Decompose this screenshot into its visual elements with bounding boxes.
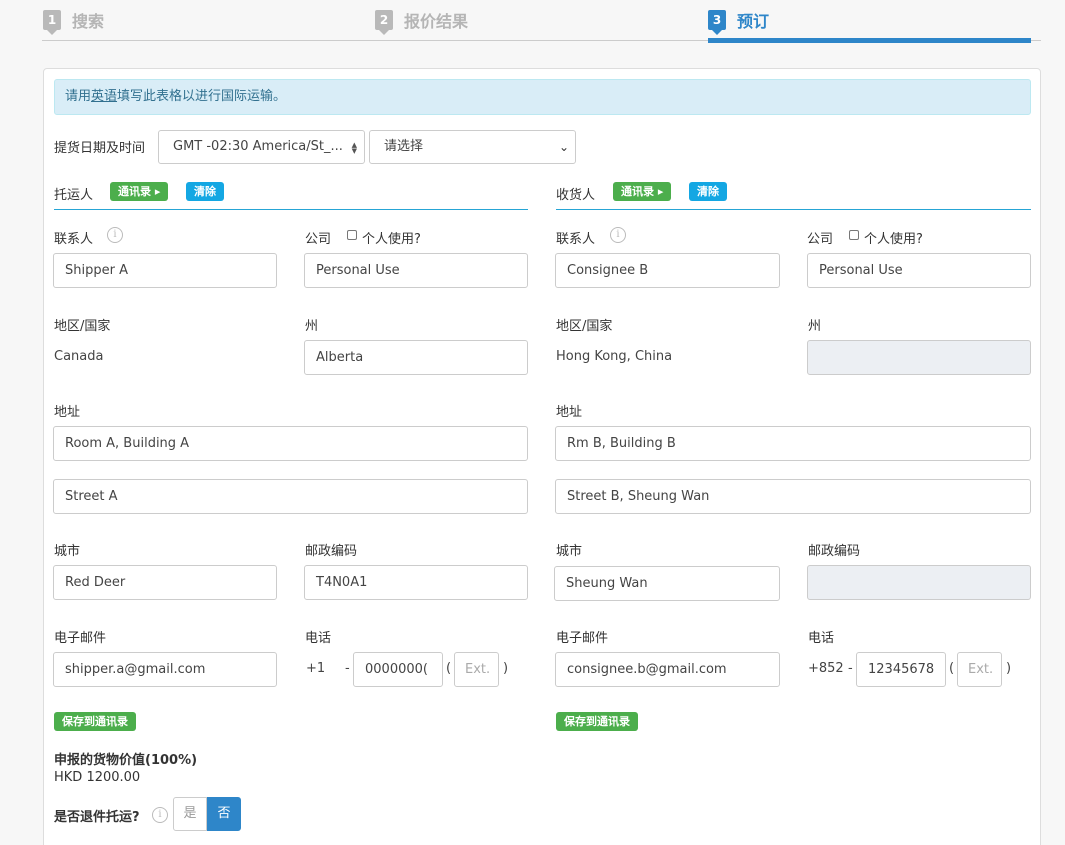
shipper-phone-code: +1: [306, 661, 326, 676]
consignee-contact-input[interactable]: Consignee B: [555, 253, 780, 288]
consignee-country-label: 地区/国家: [556, 319, 613, 334]
step-booking[interactable]: 3 预订: [708, 8, 770, 35]
progress-steps: 1 搜索 2 报价结果 3 预订: [42, 0, 1041, 44]
shipper-company-input[interactable]: Personal Use: [304, 253, 528, 288]
consignee-company-input[interactable]: Personal Use: [807, 253, 1031, 288]
consignee-postal-input: [807, 565, 1031, 600]
consignee-personal-label: 个人使用?: [864, 232, 923, 247]
consignee-contact-label: 联系人: [556, 232, 596, 247]
consignee-address-label: 地址: [556, 405, 583, 420]
shipper-clear-button[interactable]: 清除: [186, 182, 224, 201]
shipper-ext-input[interactable]: Ext.: [454, 652, 499, 687]
timezone-select[interactable]: GMT -02:30 America/St_... ▲ ▼: [158, 130, 365, 164]
shipper-email-label: 电子邮件: [54, 631, 107, 646]
shipper-company-label: 公司: [305, 232, 332, 247]
consignee-state-input: [807, 340, 1031, 375]
consignee-clear-button[interactable]: 清除: [689, 182, 727, 201]
shipper-address2-input[interactable]: Street A: [53, 479, 528, 514]
notice-prefix: 请用: [65, 89, 92, 104]
shipper-country-value: Canada: [54, 349, 104, 364]
step-number: 2: [375, 10, 393, 35]
active-step-bar: [708, 38, 1031, 43]
step-label: 搜索: [72, 12, 105, 31]
shipper-postal-input[interactable]: T4N0A1: [304, 565, 528, 600]
caret-right-icon: ▸: [657, 185, 664, 198]
shipper-address1-input[interactable]: Room A, Building A: [53, 426, 528, 461]
consignee-ext-input[interactable]: Ext.: [957, 652, 1002, 687]
paren-close: ): [1006, 661, 1012, 676]
declared-value: HKD 1200.00: [54, 770, 141, 785]
step-number: 3: [708, 10, 726, 35]
declared-value-label: 申报的货物价值(100%): [54, 753, 198, 768]
shipper-address-book-button[interactable]: 通讯录 ▸: [110, 182, 169, 201]
shipper-save-address-book-button[interactable]: 保存到通讯录: [54, 712, 136, 731]
pickup-time-placeholder: 请选择: [384, 139, 424, 154]
consignee-address2-input[interactable]: Street B, Sheung Wan: [555, 479, 1031, 514]
consignee-country-value: Hong Kong, China: [556, 349, 673, 364]
paren-open: (: [446, 661, 452, 676]
consignee-email-label: 电子邮件: [556, 631, 609, 646]
english-notice: 请用英语填写此表格以进行国际运输。: [54, 79, 1031, 115]
consignee-email-input[interactable]: consignee.b@gmail.com: [555, 652, 780, 687]
spinner-arrows-icon: ▲ ▼: [351, 141, 357, 155]
address-book-label: 通讯录: [621, 185, 654, 198]
booking-form-panel: 请用英语填写此表格以进行国际运输。 提货日期及时间 GMT -02:30 Ame…: [43, 68, 1041, 845]
shipper-personal-checkbox[interactable]: [347, 230, 357, 240]
shipper-phone-input[interactable]: 0000000(: [353, 652, 443, 687]
consignee-postal-label: 邮政编码: [808, 544, 861, 559]
pickup-label: 提货日期及时间: [54, 141, 146, 156]
consignee-phone-code: +852: [808, 661, 844, 676]
shipper-city-input[interactable]: Red Deer: [53, 565, 277, 600]
shipper-postal-label: 邮政编码: [305, 544, 358, 559]
return-yes-button[interactable]: 是: [173, 797, 207, 831]
notice-english-link[interactable]: 英语: [91, 89, 117, 104]
pickup-time-select[interactable]: 请选择 ⌄: [369, 130, 576, 164]
shipper-title: 托运人: [54, 188, 94, 203]
shipper-contact-label: 联系人: [54, 232, 94, 247]
return-shipment-label: 是否退件托运?: [54, 810, 140, 825]
consignee-save-address-book-button[interactable]: 保存到通讯录: [556, 712, 638, 731]
paren-open: (: [949, 661, 955, 676]
consignee-phone-input[interactable]: 12345678: [856, 652, 946, 687]
consignee-company-label: 公司: [807, 232, 834, 247]
consignee-divider: [556, 209, 1031, 210]
consignee-phone-label: 电话: [808, 631, 835, 646]
step-search[interactable]: 1 搜索: [43, 8, 105, 35]
shipper-city-label: 城市: [54, 544, 81, 559]
step-label: 报价结果: [404, 12, 469, 31]
timezone-value: GMT -02:30 America/St_...: [173, 139, 343, 154]
phone-dash: -: [345, 661, 350, 676]
address-book-label: 通讯录: [118, 185, 151, 198]
shipper-state-input[interactable]: Alberta: [304, 340, 528, 375]
consignee-address-book-button[interactable]: 通讯录 ▸: [613, 182, 672, 201]
shipper-state-label: 州: [305, 319, 319, 334]
notice-suffix: 填写此表格以进行国际运输。: [117, 89, 287, 104]
step-label: 预订: [737, 12, 770, 31]
chevron-down-icon: ⌄: [558, 140, 569, 154]
paren-close: ): [503, 661, 509, 676]
info-icon[interactable]: i: [152, 807, 168, 823]
shipper-contact-input[interactable]: Shipper A: [53, 253, 277, 288]
caret-right-icon: ▸: [154, 185, 161, 198]
return-no-button[interactable]: 否: [207, 797, 241, 831]
consignee-city-input[interactable]: Sheung Wan: [554, 566, 780, 601]
shipper-personal-label: 个人使用?: [362, 232, 421, 247]
shipper-country-label: 地区/国家: [54, 319, 111, 334]
consignee-title: 收货人: [556, 188, 596, 203]
info-icon[interactable]: i: [610, 227, 626, 243]
consignee-address1-input[interactable]: Rm B, Building B: [555, 426, 1031, 461]
info-icon[interactable]: i: [107, 227, 123, 243]
consignee-state-label: 州: [808, 319, 822, 334]
return-shipment-toggle: 是 否: [173, 797, 241, 831]
consignee-city-label: 城市: [556, 544, 583, 559]
shipper-address-label: 地址: [54, 405, 81, 420]
shipper-email-input[interactable]: shipper.a@gmail.com: [53, 652, 277, 687]
shipper-phone-label: 电话: [305, 631, 332, 646]
phone-dash: -: [848, 661, 853, 676]
shipper-divider: [54, 209, 528, 210]
step-quote-results[interactable]: 2 报价结果: [375, 8, 469, 35]
consignee-personal-checkbox[interactable]: [849, 230, 859, 240]
step-number: 1: [43, 10, 61, 35]
